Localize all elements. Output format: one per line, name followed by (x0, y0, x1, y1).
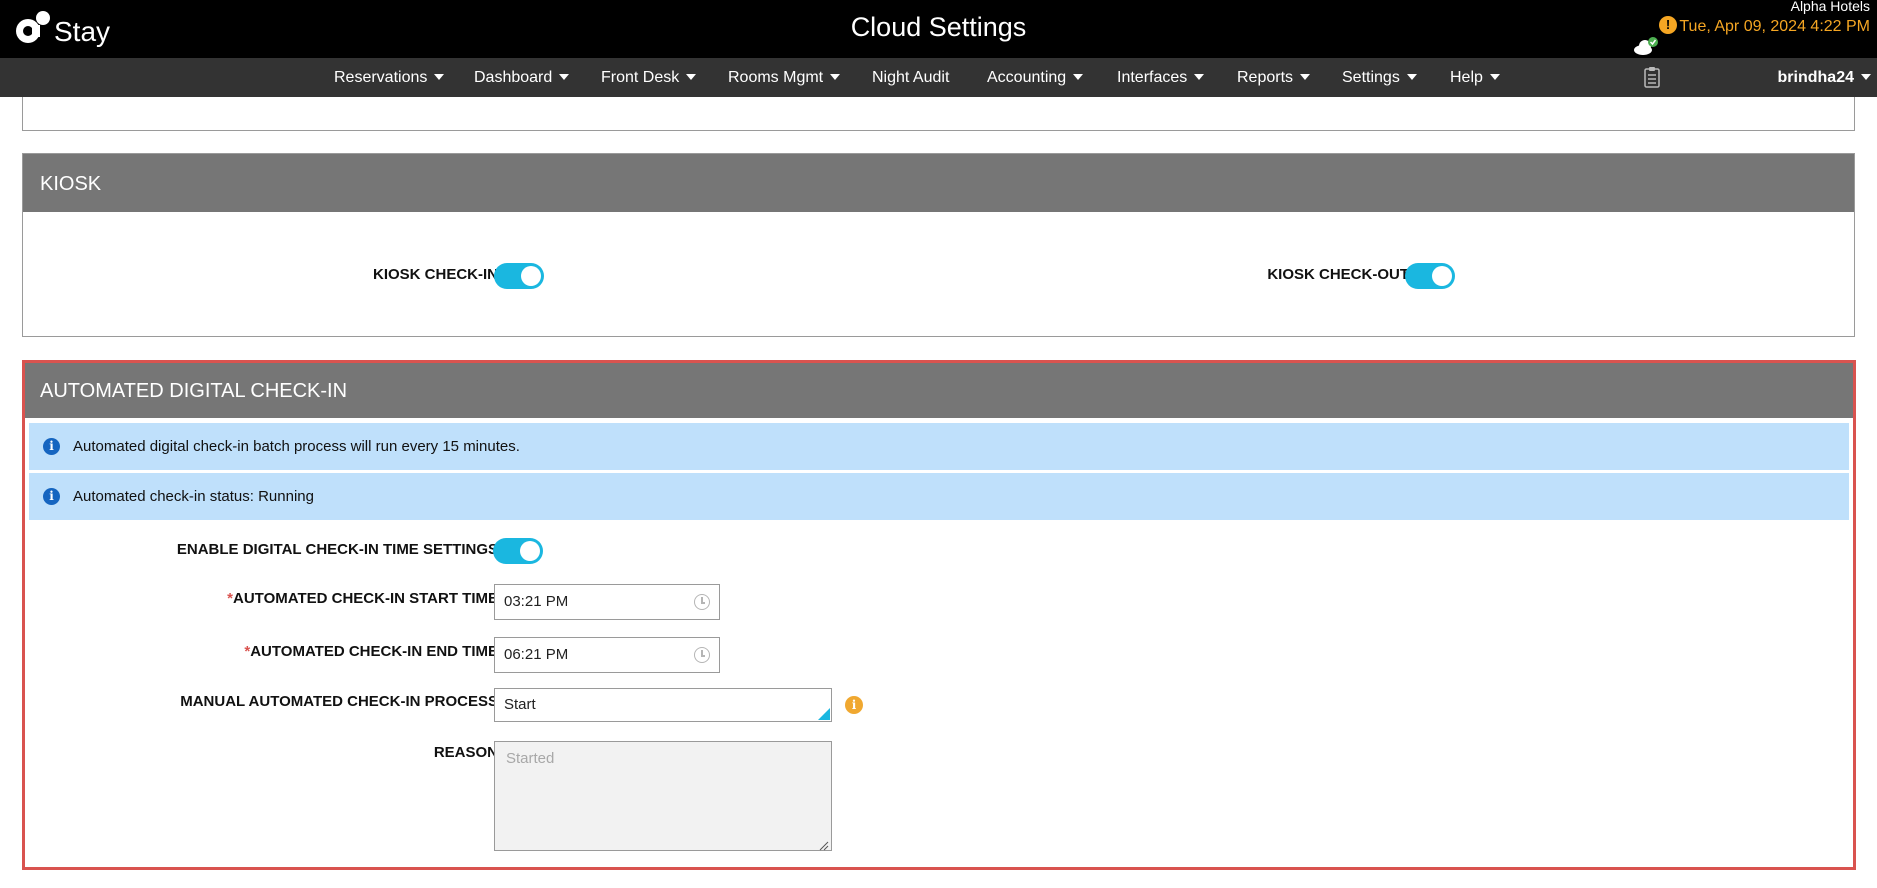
nav-front-desk[interactable]: Front Desk (601, 58, 697, 97)
user-menu[interactable]: brindha24 (1778, 58, 1871, 98)
nav-reservations[interactable]: Reservations (334, 58, 445, 97)
start-time-label-text: AUTOMATED CHECK-IN START TIME (233, 590, 498, 607)
current-datetime: Tue, Apr 09, 2024 4:22 PM (1679, 18, 1870, 35)
manual-process-value: Start (504, 696, 536, 713)
manual-process-select[interactable]: Start (494, 688, 832, 722)
kiosk-checkout-label: KIOSK CHECK-OUT (1267, 266, 1409, 283)
caret-down-icon (1300, 74, 1311, 80)
nav-help[interactable]: Help (1450, 58, 1500, 97)
kiosk-checkin-toggle[interactable] (494, 263, 544, 289)
nav-night-audit[interactable]: Night Audit (872, 58, 949, 97)
caret-down-icon (1861, 74, 1871, 80)
caret-down-icon (434, 74, 445, 80)
kiosk-section-title: KIOSK (23, 154, 1854, 212)
nav-label: Help (1450, 69, 1483, 86)
caret-down-icon (1073, 74, 1084, 80)
nav-label: Dashboard (474, 69, 553, 86)
previous-section-panel (22, 97, 1855, 131)
info-batch-message: i Automated digital check-in batch proce… (29, 423, 1849, 470)
end-time-input[interactable]: 06:21 PM (494, 637, 720, 673)
nav-label: Reports (1237, 69, 1294, 86)
nav-reports[interactable]: Reports (1237, 58, 1311, 97)
nav-label: Front Desk (601, 69, 680, 86)
reason-placeholder: Started (506, 750, 555, 767)
nav-label: Reservations (334, 69, 428, 86)
start-time-input[interactable]: 03:21 PM (494, 584, 720, 620)
end-time-value: 06:21 PM (504, 646, 569, 663)
nav-settings[interactable]: Settings (1342, 58, 1417, 97)
info-status-text: Automated check-in status: Running (73, 488, 314, 505)
clipboard-icon[interactable] (1644, 66, 1660, 88)
nav-label: Interfaces (1117, 69, 1188, 86)
hotel-name: Alpha Hotels (1790, 0, 1870, 14)
nav-label: Rooms Mgmt (728, 69, 824, 86)
top-bar: Stay Cloud Settings Alpha Hotels ! Tue, … (0, 0, 1877, 58)
caret-down-icon (559, 74, 570, 80)
caret-down-icon (1406, 74, 1417, 80)
page-title: Cloud Settings (850, 12, 1027, 42)
nav-rooms-mgmt[interactable]: Rooms Mgmt (728, 58, 841, 97)
resize-grip-icon[interactable] (819, 838, 829, 851)
manual-process-label: MANUAL AUTOMATED CHECK-IN PROCESS (180, 693, 498, 710)
nav-dashboard[interactable]: Dashboard (474, 58, 570, 97)
clock-icon[interactable] (694, 647, 710, 663)
reason-label: REASON (433, 744, 498, 761)
enable-digital-checkin-label: ENABLE DIGITAL CHECK-IN TIME SETTINGS (176, 541, 498, 558)
nav-label: Settings (1342, 69, 1400, 86)
automated-checkin-section: AUTOMATED DIGITAL CHECK-IN i Automated d… (22, 360, 1856, 870)
nav-label: Night Audit (872, 69, 950, 86)
caret-down-icon (1194, 74, 1205, 80)
logo-text: Stay (54, 16, 111, 47)
caret-down-icon (1489, 74, 1500, 80)
info-icon: i (43, 488, 60, 505)
dropdown-corner-icon (818, 708, 830, 720)
main-nav: Reservations Dashboard Front Desk Rooms … (0, 58, 1877, 97)
end-time-label: *AUTOMATED CHECK-IN END TIME (244, 643, 498, 660)
kiosk-checkin-label: KIOSK CHECK-IN (372, 266, 498, 283)
info-icon: i (43, 438, 60, 455)
reason-textarea[interactable]: Started (494, 741, 832, 851)
enable-digital-checkin-toggle[interactable] (493, 538, 543, 564)
start-time-label: *AUTOMATED CHECK-IN START TIME (227, 590, 498, 607)
start-time-value: 03:21 PM (504, 593, 569, 610)
kiosk-section: KIOSK KIOSK CHECK-IN KIOSK CHECK-OUT (22, 153, 1855, 337)
end-time-label-text: AUTOMATED CHECK-IN END TIME (250, 643, 498, 660)
nav-label: Accounting (987, 69, 1067, 86)
logo-mark-icon (12, 9, 52, 49)
alert-icon[interactable]: ! (1659, 16, 1677, 34)
nav-accounting[interactable]: Accounting (987, 58, 1084, 97)
info-batch-text: Automated digital check-in batch process… (73, 438, 520, 455)
user-name: brindha24 (1777, 69, 1854, 86)
caret-down-icon (686, 74, 697, 80)
cloud-status-icon[interactable] (1633, 36, 1659, 56)
info-tooltip-icon[interactable]: i (845, 696, 863, 714)
clock-icon[interactable] (694, 594, 710, 610)
kiosk-checkout-toggle[interactable] (1405, 263, 1455, 289)
nav-interfaces[interactable]: Interfaces (1117, 58, 1205, 97)
app-logo[interactable]: Stay (12, 6, 110, 52)
caret-down-icon (830, 74, 841, 80)
automated-checkin-section-title: AUTOMATED DIGITAL CHECK-IN (25, 363, 1853, 418)
info-status-message: i Automated check-in status: Running (29, 473, 1849, 520)
